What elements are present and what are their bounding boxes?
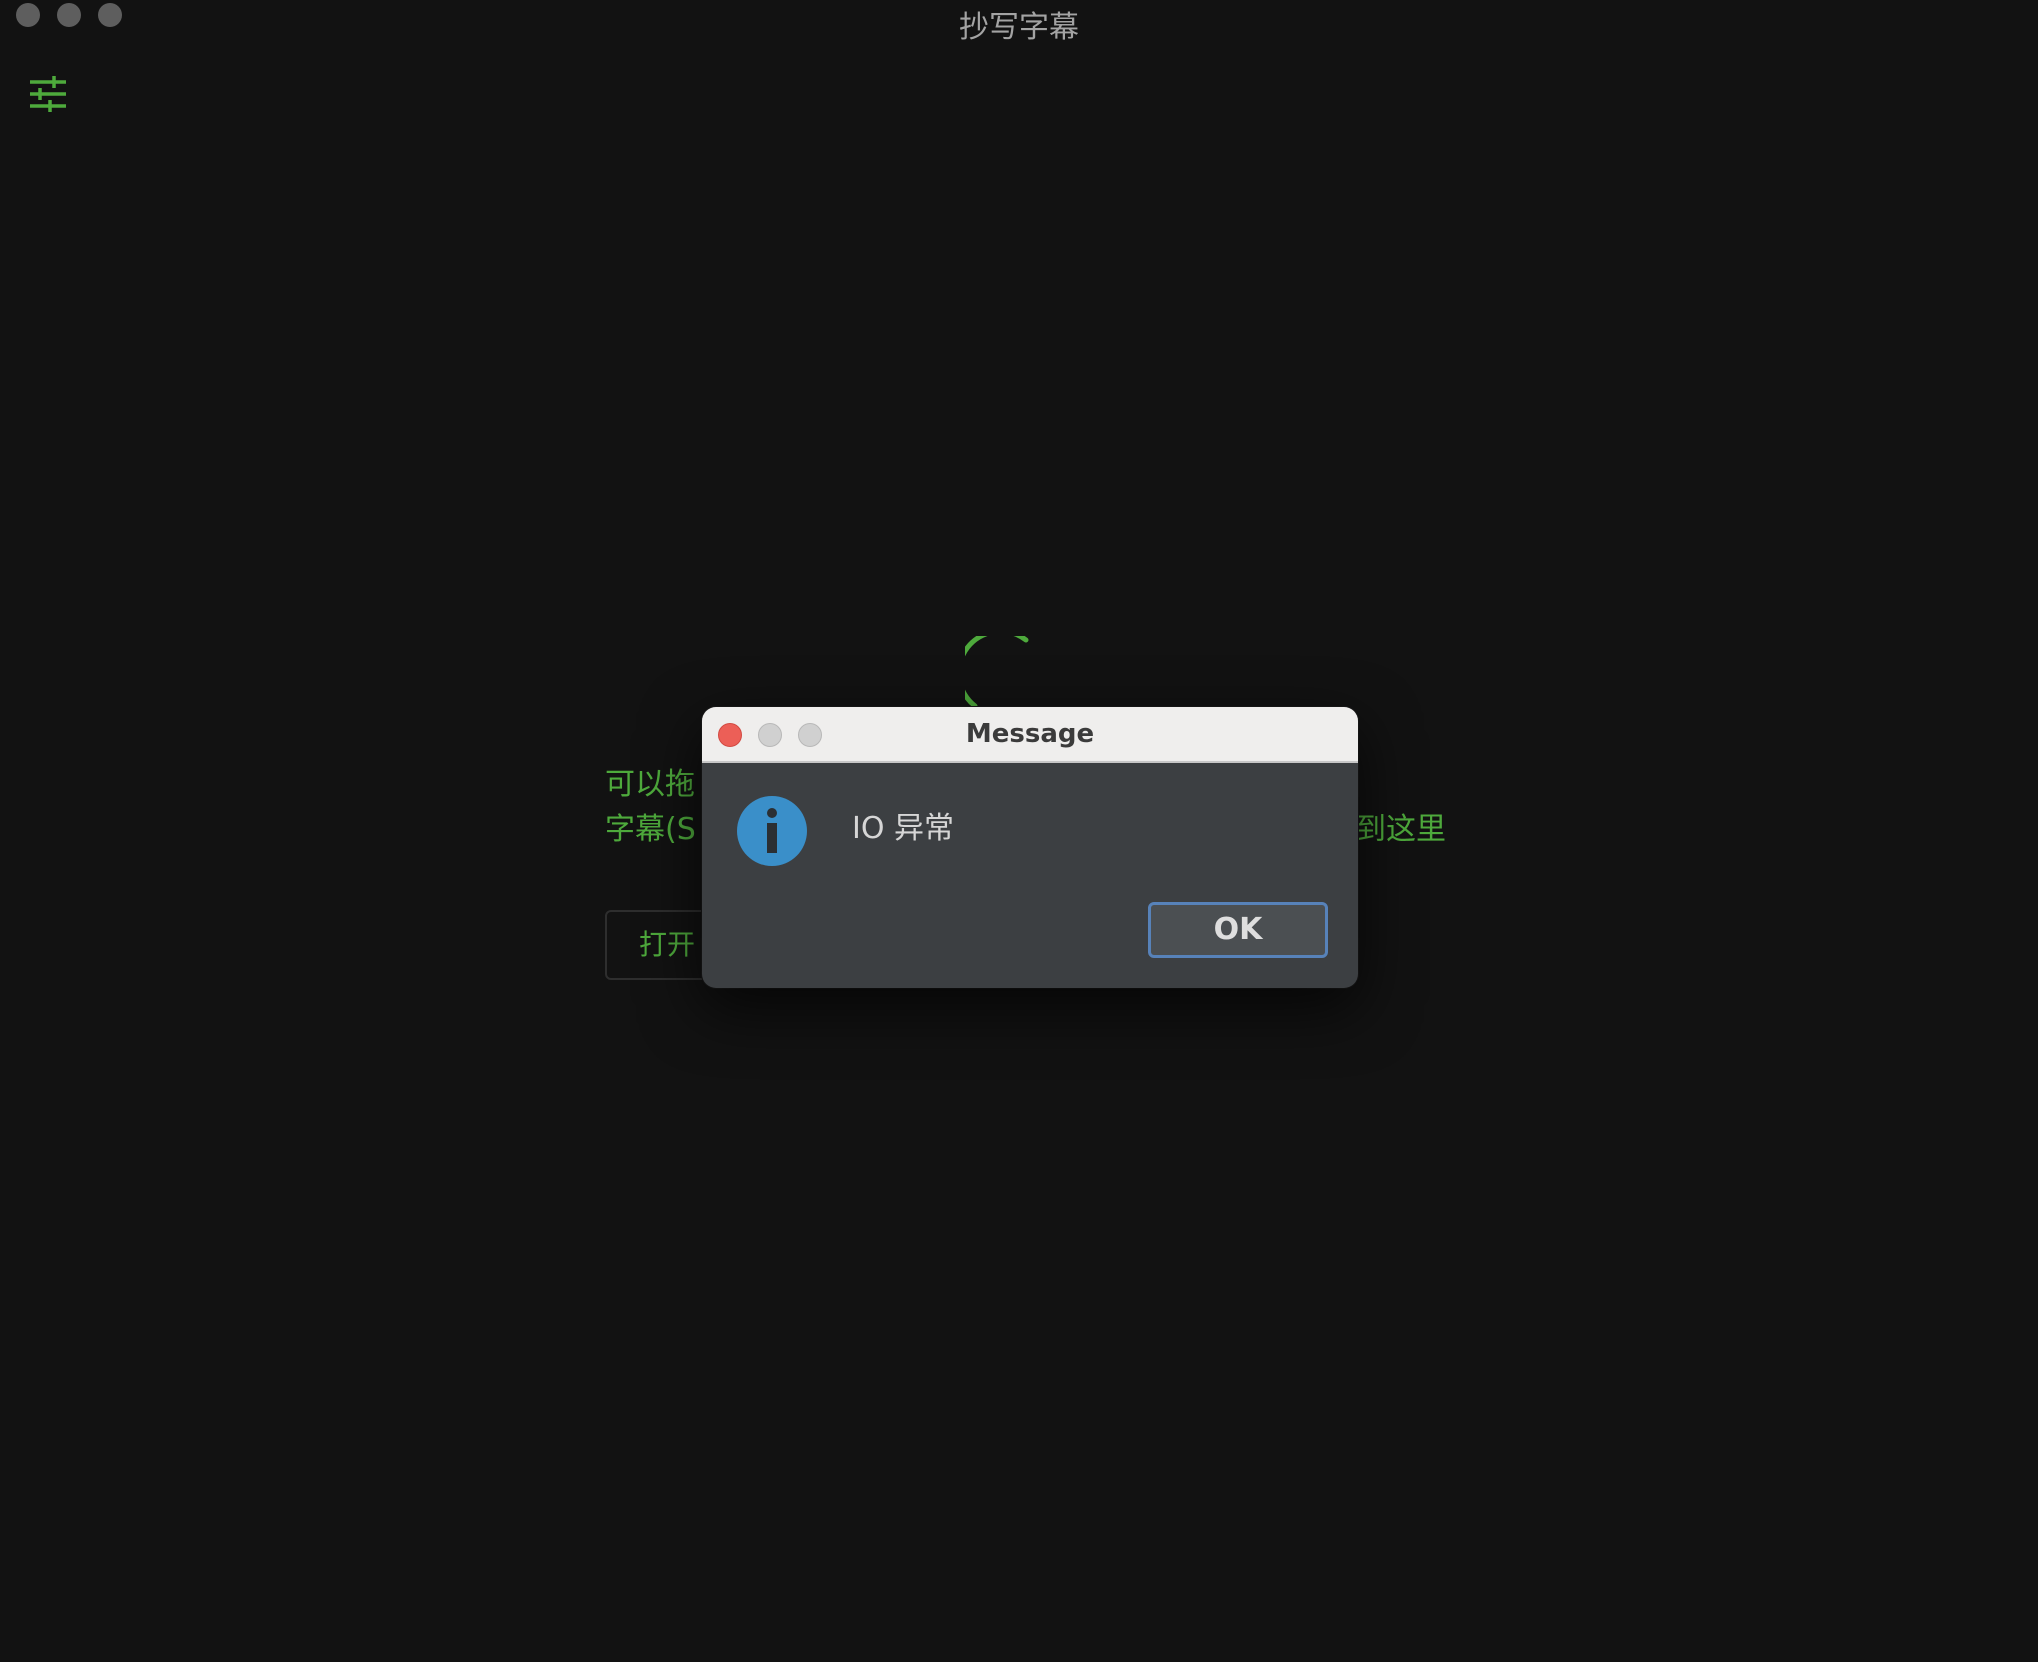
ok-button[interactable]: OK	[1148, 902, 1328, 958]
dialog-titlebar[interactable]: Message	[702, 707, 1358, 763]
drop-hint-line1: 可以拖	[605, 767, 695, 802]
drop-hint-line2-right: 到这里	[1356, 812, 1446, 847]
sliders-icon[interactable]	[28, 74, 68, 114]
drop-hint-line2-left: 字幕(S	[605, 812, 696, 847]
dialog-maximize-button	[798, 723, 822, 747]
loading-spinner	[965, 636, 1029, 709]
dialog-minimize-button	[758, 723, 782, 747]
info-icon	[736, 795, 808, 867]
message-dialog: Message IO 异常 OK	[702, 707, 1358, 988]
window-title: 抄写字幕	[959, 10, 1079, 45]
dialog-close-button[interactable]	[718, 723, 742, 747]
open-file-button-label: 打开	[639, 928, 696, 961]
dialog-message: IO 异常	[852, 811, 954, 846]
dialog-window-controls	[718, 723, 822, 747]
